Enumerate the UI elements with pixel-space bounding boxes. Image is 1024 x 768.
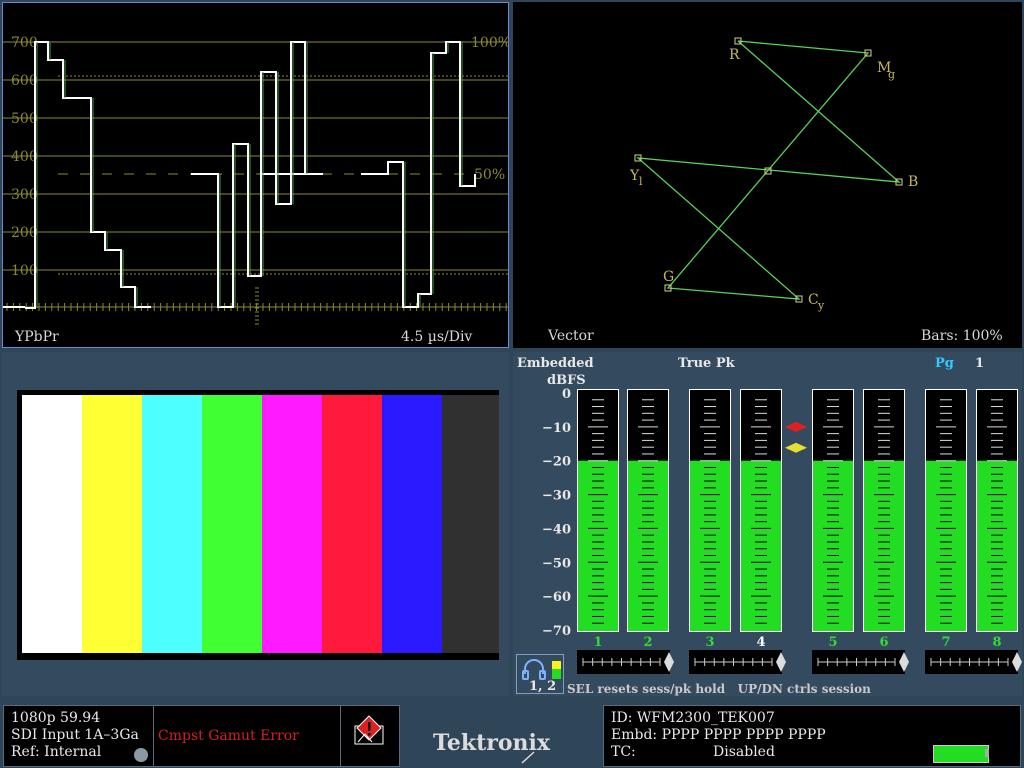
waveform-trace-pb [191,143,323,308]
vector-label-yl-sub: l [639,175,643,188]
status-video-format: 1080p 59.94 [11,710,101,726]
meter-channel-label: 5 [828,635,837,650]
status-info-panel: ID: WFM2300_TEK007 Embd: PPPP PPPP PPPP … [603,705,1021,767]
headphone-level-green [552,669,561,679]
color-bar [322,395,382,653]
headphone-icon [522,659,546,680]
pct-100-label: 100% [471,35,508,51]
ref-indicator-icon [134,748,148,762]
meter-level-bar [690,460,730,631]
meter-level-bar [813,460,853,631]
color-bar [22,395,82,653]
meter-level-bar [864,460,904,631]
vector-title: Vector [548,328,594,344]
waveform-trace-pr [260,41,306,205]
headphone-button[interactable]: 1, 2 [516,654,564,694]
meter-level-bar [628,460,668,631]
audio-scale-label: 0 [562,387,571,402]
color-bar [262,395,322,653]
meter-channel-label: 6 [879,635,888,650]
audio-tile[interactable]: Embedded dBFS True Pk Pg 1 0 −10 −20 −30 −40… [513,352,1022,696]
vector-label-r: R [729,47,740,63]
status-tc-label: TC: [611,744,636,760]
headphone-channels: 1, 2 [529,679,557,694]
audio-scale-label: −60 [542,590,571,605]
color-bar [142,395,202,653]
color-bar [202,395,262,653]
waveform-trace-y [25,41,151,309]
vector-label-b: B [908,174,918,190]
vector-tile[interactable]: RMgBYlGCy Vector Bars: 100% [513,2,1022,348]
headphone-level-yellow [552,661,561,669]
meter-level-bar [977,460,1017,631]
meter-channel-label: 2 [643,635,652,650]
audio-scale-label: −30 [542,489,571,504]
waveform-format-label: YPbPr [15,329,59,345]
meter-level-bar [578,460,618,631]
brand-logo-mark [521,751,535,764]
status-error-text: Cmpst Gamut Error [158,728,299,744]
audio-scale-label: −40 [542,522,571,537]
color-bar [442,395,499,653]
status-input: SDI Input 1A–3Ga [11,727,139,743]
vector-label-g: G [663,269,674,285]
audio-scale-label: −50 [542,556,571,571]
vectorscope-display: RMgBY lGC y [629,37,918,312]
vector-label-mg-sub: g [888,68,895,81]
status-alarm-panel[interactable] [340,705,400,767]
picture-tile[interactable] [2,352,509,696]
status-ref: Ref: Internal [11,744,102,760]
vector-bars-label: Bars: 100% [921,328,1003,344]
audio-scale-label: −20 [542,455,571,470]
alarm-icon [354,715,384,745]
y-tick-label: 600 [11,73,38,89]
pct-50-label: 50% [474,167,505,183]
vector-trace [636,40,901,300]
status-embedded: Embd: PPPP PPPP PPPP PPPP [611,727,826,743]
waveform-tile[interactable]: 700 600 500 400 300 200 100 100% 50% YPbPr 4.5 µ… [2,2,509,348]
audio-scale-label: −70 [542,624,571,639]
peak-marker-yellow [785,442,807,453]
audio-meters: 0 −10 −20 −30 −40 −50 −60 −70 1 2 3 4 5 6 7 8 [542,387,1022,674]
color-bar [382,395,442,653]
meter-channel-label: 1 [593,635,602,650]
y-tick-label: 200 [11,225,38,241]
y-tick-label: 300 [11,187,38,203]
meter-channel-label: 3 [705,635,714,650]
meter-channel-label: 4 [756,635,765,650]
y-tick-label: 500 [11,111,38,127]
meter-channel-label: 7 [941,635,950,650]
meter-level-bar [741,460,781,631]
audio-scale-label: −10 [542,421,571,436]
vector-label-cy-sub: y [817,299,825,312]
status-tc-value: Disabled [713,744,775,760]
meter-level-bar [926,460,966,631]
y-tick-label: 400 [11,149,38,165]
color-bar [82,395,142,653]
y-tick-label: 100 [11,263,38,279]
y-tick-label: 700 [11,35,38,51]
status-error-panel: Cmpst Gamut Error [153,705,341,767]
status-level-indicator-cap [985,749,989,757]
peak-marker-red [785,421,807,432]
meter-channel-label: 8 [992,635,1001,650]
status-level-indicator [933,745,989,763]
status-id: ID: WFM2300_TEK007 [611,710,775,726]
waveform-display: 700 600 500 400 300 200 100 100% 50% [3,35,508,325]
status-signal-panel: 1080p 59.94 SDI Input 1A–3Ga Ref: Intern… [3,705,154,767]
picture-frame [17,390,499,660]
audio-help-text: SEL resets sess/pk hold UP/DN ctrls sess… [567,682,871,696]
waveform-timebase-label: 4.5 µs/Div [401,329,473,345]
